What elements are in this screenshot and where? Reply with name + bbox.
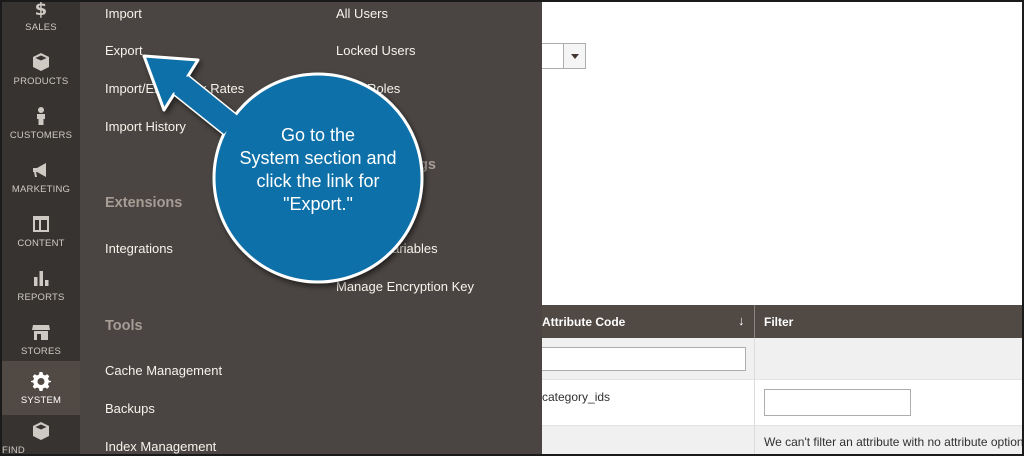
nav-item-label: CUSTOMERS [9, 129, 73, 141]
nav-item-sales[interactable]: $ SALES [2, 0, 80, 42]
storefront-icon [32, 324, 50, 340]
callout-line: click the link for [256, 171, 380, 191]
admin-left-nav: $ SALES PRODUCTS CUSTOMERS MARKETING CON… [2, 0, 80, 456]
menu-item-index-management[interactable]: Index Management [105, 439, 216, 454]
menu-item-all-users[interactable]: All Users [336, 6, 388, 21]
nav-item-label: REPORTS [17, 291, 65, 303]
menu-item-backups[interactable]: Backups [105, 401, 155, 416]
nav-item-content[interactable]: CONTENT [2, 204, 80, 258]
sort-arrow-icon[interactable]: ↓ [738, 313, 745, 328]
gear-icon [31, 371, 51, 391]
box-icon [33, 422, 49, 440]
attribute-code-filter-input[interactable] [542, 347, 746, 371]
callout-line: "Export." [283, 194, 353, 214]
nav-item-marketing[interactable]: MARKETING [2, 150, 80, 204]
megaphone-icon [33, 162, 46, 177]
bar-chart-icon [34, 270, 49, 286]
nav-item-find-partners[interactable]: FIND PARTNERS [2, 417, 80, 456]
nav-item-label: SALES [25, 21, 57, 33]
menu-item-integrations[interactable]: Integrations [105, 241, 173, 256]
dollar-icon: $ [35, 0, 48, 18]
person-icon [37, 106, 45, 125]
attribute-code-cell: category_ids [542, 390, 611, 404]
nav-item-stores[interactable]: STORES [2, 312, 80, 366]
nav-item-reports[interactable]: REPORTS [2, 258, 80, 312]
svg-text:$: $ [35, 0, 48, 18]
table-row: category_ids [542, 380, 1022, 426]
nav-item-label: FIND PARTNERS [2, 445, 25, 456]
nav-item-system[interactable]: SYSTEM [2, 361, 80, 415]
filter-note: We can't filter an attribute with no att… [764, 435, 1024, 449]
callout-line: Go to the [280, 125, 356, 145]
attributes-grid-header: Attribute Code ↓ Filter [542, 305, 1022, 338]
menu-item-export[interactable]: Export [105, 43, 143, 58]
menu-item-locked-users[interactable]: Locked Users [336, 43, 415, 58]
column-divider [754, 305, 755, 338]
extensions-section-title: Extensions [105, 195, 183, 211]
menu-item-import[interactable]: Import [105, 6, 142, 21]
attribute-code-header[interactable]: Attribute Code [542, 315, 625, 329]
menu-item-manage-encryption-key[interactable]: Manage Encryption Key [336, 279, 474, 294]
callout-line: System section and [239, 148, 397, 168]
system-flyout-menu: Import Export Import/Export Tax Rates Im… [80, 2, 542, 454]
column-divider [754, 426, 755, 454]
filter-header: Filter [764, 315, 794, 329]
menu-item-user-roles[interactable]: User Roles [336, 81, 400, 96]
grid-filter-row [542, 338, 1022, 380]
select-arrow[interactable] [563, 44, 585, 68]
attribute-filter-input[interactable] [764, 389, 911, 416]
nav-item-products[interactable]: PRODUCTS [2, 42, 80, 96]
nav-item-label: CONTENT [17, 237, 65, 249]
column-divider [754, 338, 755, 380]
column-divider [754, 380, 755, 426]
menu-item-import-history[interactable]: Import History [105, 119, 186, 134]
nav-item-label: PRODUCTS [13, 75, 69, 87]
entity-type-select[interactable] [542, 43, 586, 69]
nav-item-label: SYSTEM [20, 394, 62, 406]
main-content: Attribute Code ↓ Filter category_ids We … [542, 2, 1024, 454]
menu-item-import-export-tax-rates[interactable]: Import/Export Tax Rates [105, 81, 244, 96]
layout-icon [33, 215, 49, 232]
table-row: We can't filter an attribute with no att… [542, 426, 1024, 454]
menu-item-cache-management[interactable]: Cache Management [105, 363, 222, 378]
nav-item-customers[interactable]: CUSTOMERS [2, 96, 80, 150]
chevron-down-icon [570, 53, 579, 59]
tools-section-title: Tools [105, 318, 143, 334]
cube-icon [33, 52, 49, 71]
nav-item-label: MARKETING [11, 183, 71, 195]
nav-item-label: STORES [20, 345, 62, 357]
menu-item-custom-variables[interactable]: Custom Variables [336, 241, 438, 256]
callout-text: Go to the System section and click the l… [218, 124, 418, 216]
screenshot-frame: Attribute Code ↓ Filter category_ids We … [0, 0, 1024, 456]
